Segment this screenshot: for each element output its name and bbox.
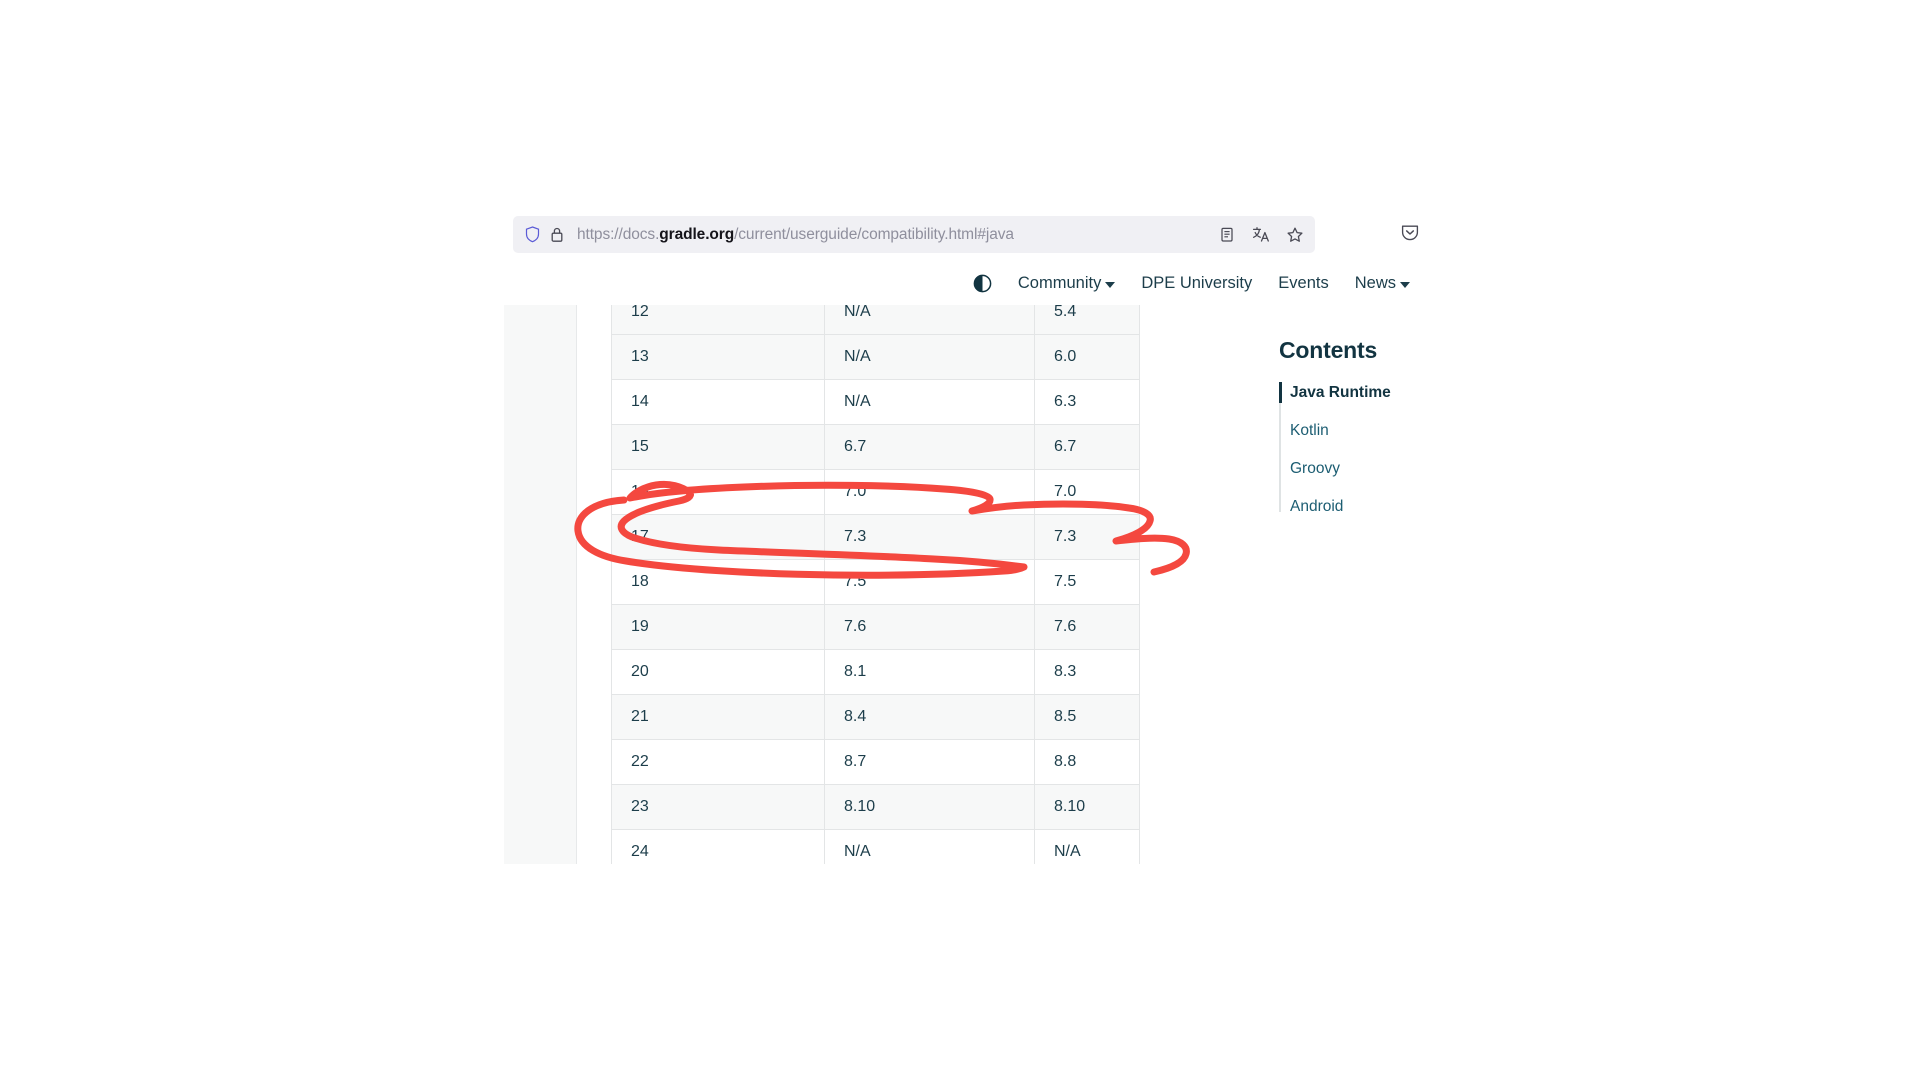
table-cell-groovy: 6.3	[1034, 379, 1140, 425]
browser-toolbar: https://docs.gradle.org/current/userguid…	[504, 207, 1432, 262]
table-cell-groovy: 7.6	[1034, 604, 1140, 650]
toolbar-extensions	[1400, 216, 1420, 253]
table-cell-groovy: 5.4	[1034, 303, 1140, 335]
table-cell-java: 21	[611, 694, 825, 740]
table-cell-kotlin: 8.1	[824, 649, 1035, 695]
toc-label: Groovy	[1290, 460, 1340, 477]
toc-item-java-runtime[interactable]: Java Runtime	[1279, 382, 1419, 403]
table-cell-java: 18	[611, 559, 825, 605]
translate-icon[interactable]	[1250, 224, 1272, 246]
table-cell-kotlin: N/A	[824, 334, 1035, 380]
table-cell-kotlin: N/A	[824, 379, 1035, 425]
toc-label: Java Runtime	[1290, 384, 1391, 401]
urlbar-actions	[1216, 216, 1309, 253]
site-navigation: Community DPE University Events News	[504, 261, 1432, 305]
table-cell-groovy: 8.8	[1034, 739, 1140, 785]
java-compatibility-table: 12 N/A 5.4 13 N/A 6.0 14 N/A 6.3 15 6.7 6.7 16 7.0 7.0…	[611, 303, 1140, 864]
nav-item-events[interactable]: Events	[1278, 274, 1328, 293]
toc-item-kotlin[interactable]: Kotlin	[1290, 422, 1419, 440]
table-row: 17 7.3 7.3	[611, 514, 1140, 560]
table-cell-kotlin: 8.4	[824, 694, 1035, 740]
url-domain: gradle.org	[659, 225, 735, 243]
left-sidebar-gutter	[504, 303, 577, 864]
table-cell-java: 19	[611, 604, 825, 650]
toc-list: Java Runtime Kotlin Groovy Android	[1279, 382, 1419, 516]
page-viewport: 12 N/A 5.4 13 N/A 6.0 14 N/A 6.3 15 6.7 6.7 16 7.0 7.0…	[504, 303, 1432, 864]
table-cell-groovy: 6.0	[1034, 334, 1140, 380]
reader-view-icon[interactable]	[1216, 224, 1238, 246]
table-cell-kotlin: 7.3	[824, 514, 1035, 560]
table-cell-java: 23	[611, 784, 825, 830]
table-cell-groovy: 6.7	[1034, 424, 1140, 470]
table-cell-java: 12	[611, 303, 825, 335]
table-cell-java: 15	[611, 424, 825, 470]
table-row: 21 8.4 8.5	[611, 694, 1140, 740]
table-row: 22 8.7 8.8	[611, 739, 1140, 785]
table-cell-java: 17	[611, 514, 825, 560]
table-cell-java: 16	[611, 469, 825, 515]
table-cell-groovy: 8.5	[1034, 694, 1140, 740]
nav-item-dpe-university[interactable]: DPE University	[1141, 274, 1252, 293]
table-cell-java: 13	[611, 334, 825, 380]
url-scheme: https://docs.	[577, 225, 660, 243]
table-row: 23 8.10 8.10	[611, 784, 1140, 830]
screen-root: https://docs.gradle.org/current/userguid…	[0, 0, 1920, 1080]
bookmark-star-icon[interactable]	[1284, 224, 1306, 246]
table-cell-groovy: 7.3	[1034, 514, 1140, 560]
table-cell-kotlin: 7.0	[824, 469, 1035, 515]
shield-icon[interactable]	[521, 224, 543, 246]
contents-sidebar: Contents Java Runtime Kotlin Groovy Andr…	[1279, 337, 1419, 536]
table-row: 13 N/A 6.0	[611, 334, 1140, 380]
toc-label: Kotlin	[1290, 422, 1329, 439]
compatibility-table-wrapper: 12 N/A 5.4 13 N/A 6.0 14 N/A 6.3 15 6.7 6.7 16 7.0 7.0…	[611, 303, 1140, 864]
pocket-save-icon[interactable]	[1400, 223, 1420, 247]
nav-label: News	[1354, 273, 1396, 292]
table-cell-java: 24	[611, 829, 825, 864]
chevron-down-icon	[1105, 281, 1116, 288]
nav-item-community[interactable]: Community	[1017, 273, 1116, 293]
table-cell-kotlin: 7.6	[824, 604, 1035, 650]
table-cell-kotlin: 8.7	[824, 739, 1035, 785]
table-cell-kotlin: 8.10	[824, 784, 1035, 830]
lock-icon[interactable]	[546, 224, 568, 246]
table-cell-groovy: 7.0	[1034, 469, 1140, 515]
table-row: 12 N/A 5.4	[611, 303, 1140, 335]
table-row: 14 N/A 6.3	[611, 379, 1140, 425]
table-row: 19 7.6 7.6	[611, 604, 1140, 650]
toc-rail	[1279, 386, 1281, 512]
url-text[interactable]: https://docs.gradle.org/current/userguid…	[577, 226, 1014, 244]
toc-item-android[interactable]: Android	[1290, 498, 1419, 516]
toc-label: Android	[1290, 498, 1344, 515]
url-bar[interactable]: https://docs.gradle.org/current/userguid…	[513, 216, 1315, 253]
table-cell-kotlin: 6.7	[824, 424, 1035, 470]
chevron-down-icon	[1400, 281, 1410, 288]
table-cell-groovy: 7.5	[1034, 559, 1140, 605]
table-cell-groovy: 8.3	[1034, 649, 1140, 695]
table-cell-java: 20	[611, 649, 825, 695]
nav-label: DPE University	[1141, 273, 1253, 292]
table-cell-java: 14	[611, 379, 825, 425]
table-row: 16 7.0 7.0	[611, 469, 1140, 515]
nav-label: Events	[1278, 273, 1329, 292]
nav-label: Community	[1017, 273, 1102, 292]
table-row: 15 6.7 6.7	[611, 424, 1140, 470]
table-row: 24 N/A N/A	[611, 829, 1140, 864]
table-cell-kotlin: N/A	[824, 829, 1035, 864]
table-body: 12 N/A 5.4 13 N/A 6.0 14 N/A 6.3 15 6.7 6.7 16 7.0 7.0…	[611, 303, 1140, 864]
browser-window: https://docs.gradle.org/current/userguid…	[504, 207, 1432, 864]
table-cell-groovy: N/A	[1034, 829, 1140, 864]
url-path: /current/userguide/compatibility.html#ja…	[734, 225, 1014, 243]
contents-title: Contents	[1279, 337, 1378, 363]
nav-item-news[interactable]: News	[1355, 274, 1410, 293]
table-cell-groovy: 8.10	[1034, 784, 1140, 830]
toc-item-groovy[interactable]: Groovy	[1290, 460, 1419, 478]
table-cell-kotlin: N/A	[824, 303, 1035, 335]
table-cell-java: 22	[611, 739, 825, 785]
table-row: 20 8.1 8.3	[611, 649, 1140, 695]
table-cell-kotlin: 7.5	[824, 559, 1035, 605]
dark-mode-toggle-icon[interactable]	[973, 274, 992, 293]
table-row: 18 7.5 7.5	[611, 559, 1140, 605]
